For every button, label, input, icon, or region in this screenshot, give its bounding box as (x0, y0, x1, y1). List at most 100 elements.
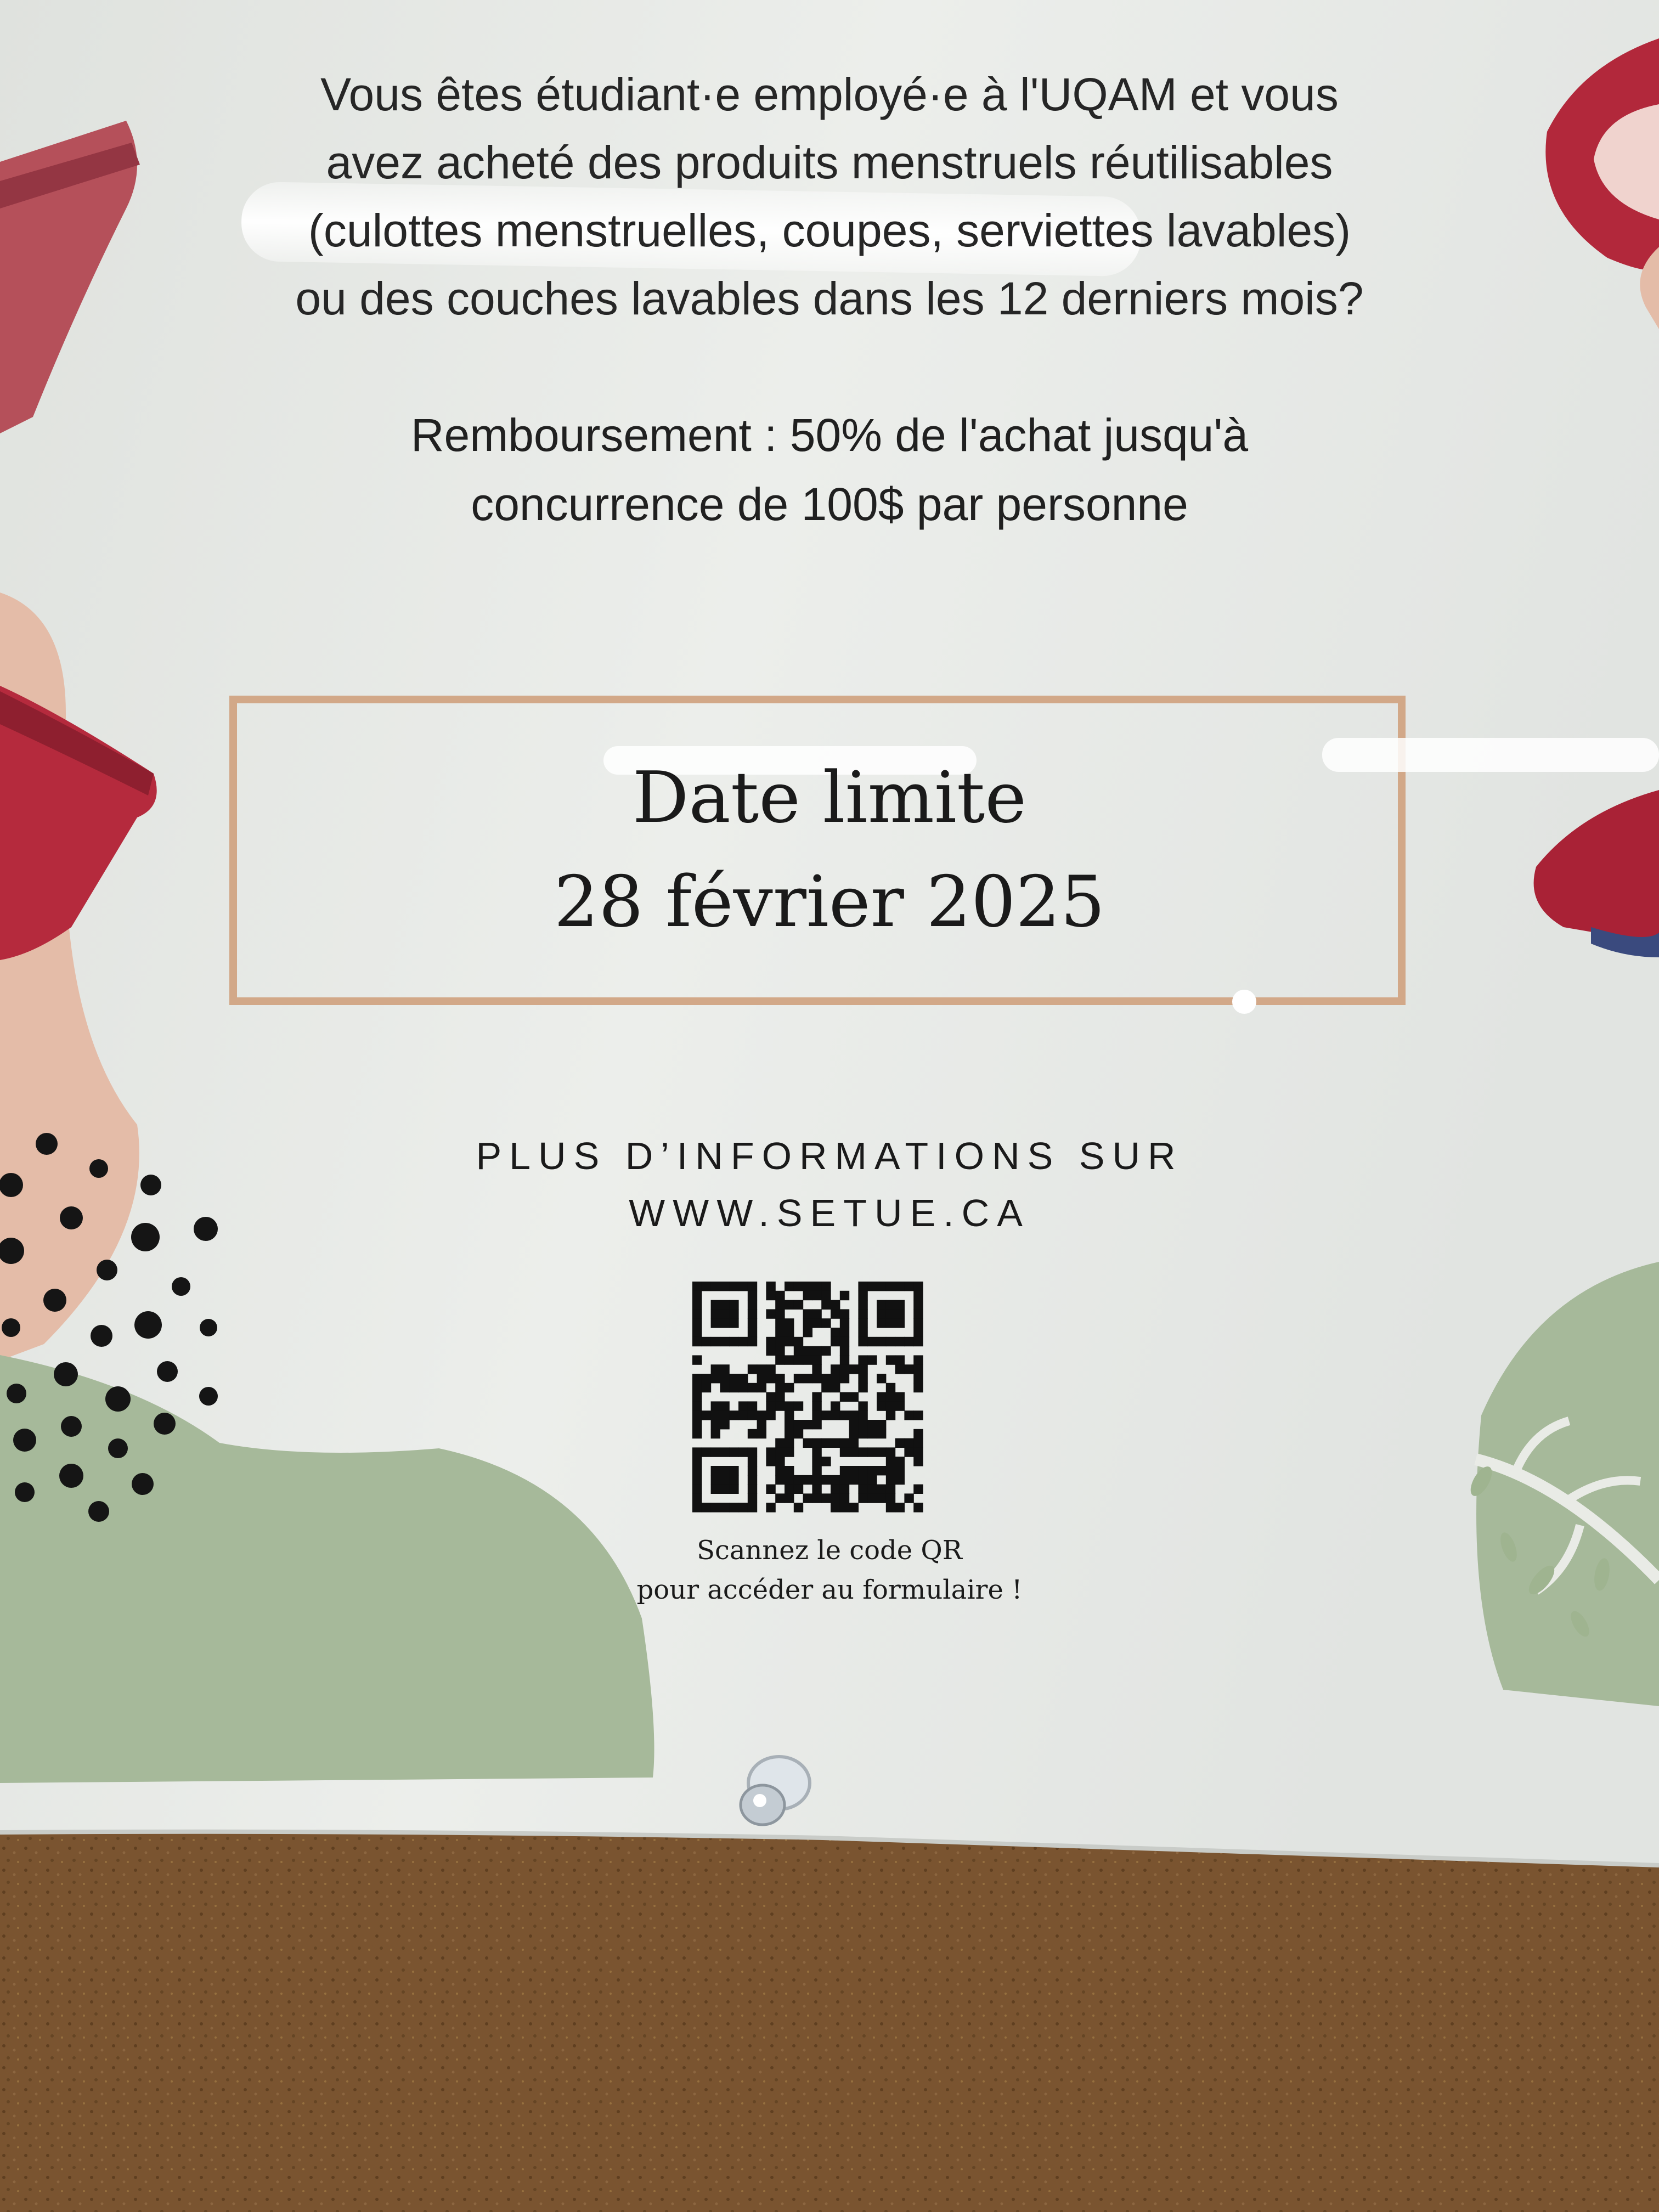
qr-module (904, 1336, 914, 1347)
qr-module (793, 1420, 804, 1430)
qr-module (858, 1355, 868, 1365)
qr-module (803, 1328, 812, 1338)
qr-module (867, 1429, 877, 1439)
qr-module (785, 1355, 794, 1365)
qr-module (839, 1309, 850, 1319)
qr-module (839, 1392, 850, 1402)
qr-module (785, 1401, 794, 1411)
qr-module (895, 1336, 905, 1347)
qr-module (692, 1392, 702, 1402)
qr-module (692, 1420, 702, 1430)
qr-module (775, 1493, 785, 1503)
qr-module (785, 1410, 794, 1420)
qr-module (839, 1503, 850, 1513)
qr-module (747, 1401, 758, 1411)
qr-module (701, 1447, 712, 1457)
qr-module (858, 1401, 868, 1411)
intro-line: Vous êtes étudiant·e employé·e à l'UQAM … (320, 69, 1339, 120)
qr-module (895, 1300, 905, 1310)
website-link[interactable]: WWW.SETUE.CA (0, 1184, 1659, 1242)
qr-module (720, 1336, 730, 1347)
qr-module (877, 1282, 887, 1291)
qr-module (747, 1457, 758, 1466)
qr-module (821, 1493, 831, 1503)
qr-module (738, 1447, 748, 1457)
qr-module (895, 1466, 905, 1476)
qr-module (867, 1484, 877, 1494)
qr-module (885, 1475, 896, 1485)
qr-module (766, 1503, 776, 1513)
qr-module (710, 1300, 720, 1310)
qr-module (867, 1466, 877, 1476)
qr-module (831, 1364, 840, 1374)
qr-module (877, 1484, 887, 1494)
qr-module (766, 1392, 776, 1402)
qr-module (747, 1364, 758, 1374)
qr-module (867, 1493, 877, 1503)
qr-module (729, 1383, 739, 1393)
qr-caption: Scannez le code QR pour accéder au formu… (0, 1531, 1659, 1610)
qr-module (812, 1466, 822, 1476)
qr-module (812, 1410, 822, 1420)
qr-module (913, 1410, 923, 1420)
qr-module (895, 1355, 905, 1365)
qr-module (692, 1493, 702, 1503)
qr-module (775, 1309, 785, 1319)
qr-module (720, 1466, 730, 1476)
qr-module (775, 1336, 785, 1347)
qr-module (812, 1401, 822, 1411)
qr-module (913, 1336, 923, 1347)
qr-module (839, 1484, 850, 1494)
qr-module (803, 1309, 812, 1319)
qr-module (710, 1336, 720, 1347)
qr-module (803, 1420, 812, 1430)
qr-module (877, 1493, 887, 1503)
intro-line: avez acheté des produits menstruels réut… (326, 137, 1333, 188)
qr-module (831, 1410, 840, 1420)
qr-module (701, 1374, 712, 1384)
qr-module (885, 1392, 896, 1402)
qr-module (821, 1475, 831, 1485)
qr-module (720, 1447, 730, 1457)
qr-module (812, 1309, 822, 1319)
qr-module (812, 1457, 822, 1466)
qr-module (738, 1503, 748, 1513)
qr-module (831, 1484, 840, 1494)
qr-module (858, 1447, 868, 1457)
qr-module (793, 1401, 804, 1411)
intro-line: ou des couches lavables dans les 12 dern… (295, 273, 1364, 324)
qr-module (692, 1401, 702, 1411)
qr-module (913, 1328, 923, 1338)
qr-module (885, 1336, 896, 1347)
qr-module (793, 1484, 804, 1494)
qr-module (831, 1336, 840, 1347)
qr-module (710, 1410, 720, 1420)
qr-module (729, 1282, 739, 1291)
qr-module (839, 1336, 850, 1347)
qr-module (895, 1392, 905, 1402)
qr-module (839, 1374, 850, 1384)
qr-module (775, 1318, 785, 1328)
qr-module (849, 1475, 859, 1485)
qr-module (858, 1318, 868, 1328)
qr-module (913, 1429, 923, 1439)
qr-module (720, 1300, 730, 1310)
qr-module (775, 1300, 785, 1310)
qr-module (793, 1355, 804, 1365)
qr-module (812, 1346, 822, 1356)
qr-module (766, 1410, 776, 1420)
qr-module (701, 1282, 712, 1291)
qr-module (839, 1493, 850, 1503)
qr-module (839, 1364, 850, 1374)
qr-module (729, 1309, 739, 1319)
qr-module (913, 1383, 923, 1393)
qr-module (812, 1318, 822, 1328)
qr-module (858, 1364, 868, 1374)
qr-module (803, 1374, 812, 1384)
qr-module (885, 1493, 896, 1503)
qr-module (729, 1336, 739, 1347)
qr-module (692, 1410, 702, 1420)
qr-module (785, 1282, 794, 1291)
qr-module (821, 1282, 831, 1291)
qr-module (766, 1336, 776, 1347)
